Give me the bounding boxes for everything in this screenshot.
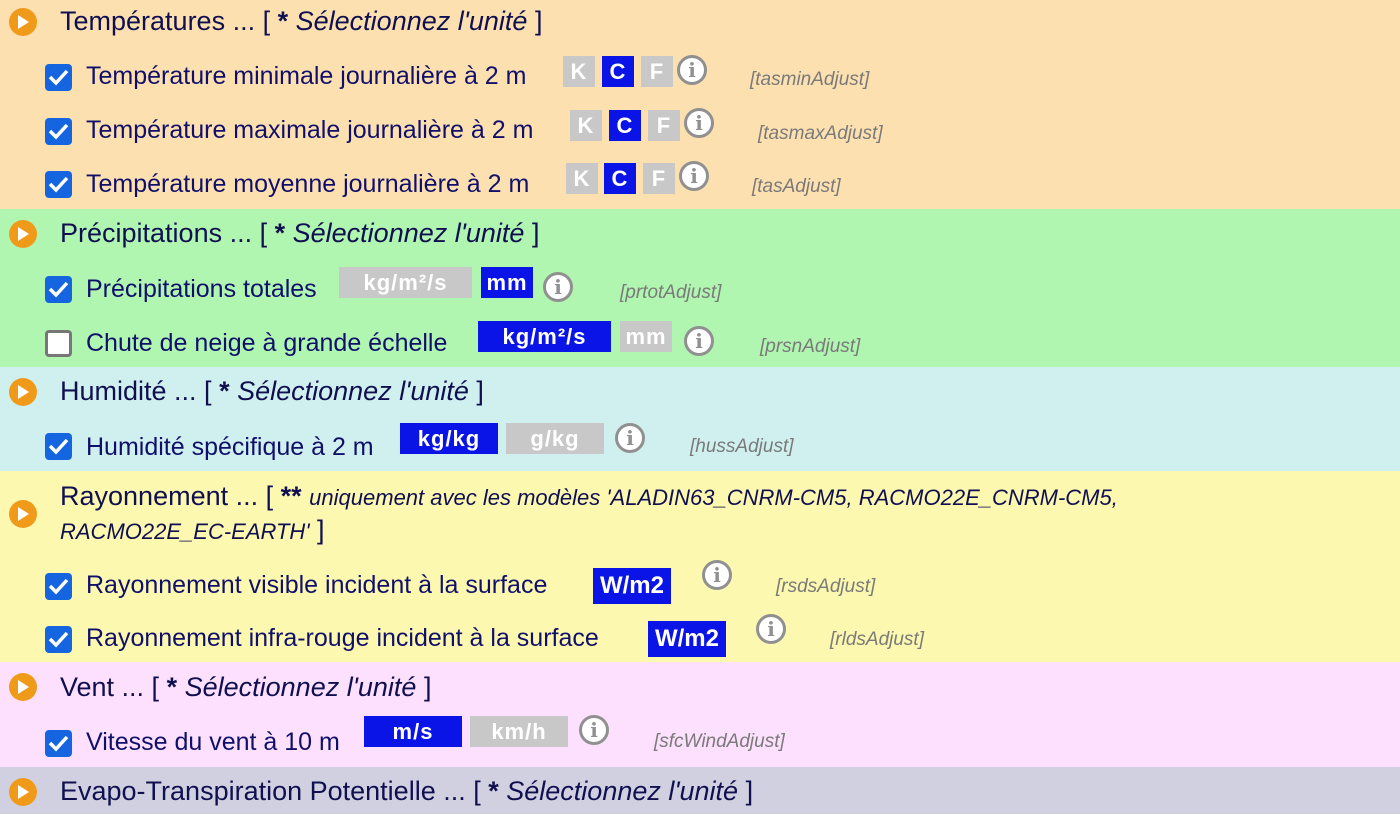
checkbox[interactable] [45, 118, 72, 145]
variable-row: Rayonnement visible incident à la surfac… [0, 559, 1400, 613]
section-title[interactable]: Précipitations ... [ * Sélectionnez l'un… [60, 218, 539, 249]
info-icon[interactable]: i [615, 423, 645, 453]
section-etp: Evapo-Transpiration Potentielle ... [ * … [0, 767, 1400, 814]
info-icon[interactable]: i [679, 161, 709, 191]
checkbox[interactable] [45, 626, 72, 653]
variable-code: [prtotAdjust] [620, 282, 722, 303]
variable-row: Chute de neige à grande échelle kg/m²/s … [0, 316, 1400, 370]
variable-code: [tasAdjust] [752, 176, 841, 197]
variable-label: Température minimale journalière à 2 m [86, 62, 527, 90]
unit-option-f[interactable]: F [641, 56, 673, 87]
variable-row: Température minimale journalière à 2 m K… [0, 50, 1400, 104]
unit-option-c[interactable]: C [604, 163, 636, 194]
info-icon[interactable]: i [543, 272, 573, 302]
info-icon[interactable]: i [684, 326, 714, 356]
variable-label: Température moyenne journalière à 2 m [86, 170, 530, 198]
variable-code: [tasminAdjust] [750, 69, 870, 90]
expand-play-icon[interactable] [9, 378, 37, 406]
info-icon[interactable]: i [756, 614, 786, 644]
section-humidite: Humidité ... [ * Sélectionnez l'unité ] … [0, 367, 1400, 471]
checkbox[interactable] [45, 330, 72, 357]
unit-option-k[interactable]: K [563, 56, 595, 87]
variable-row: Vitesse du vent à 10 m m/s km/h i [sfcWi… [0, 715, 1400, 770]
unit-option-c[interactable]: C [609, 110, 641, 141]
variable-label: Rayonnement infra-rouge incident à la su… [86, 624, 599, 652]
section-vent: Vent ... [ * Sélectionnez l'unité ] Vite… [0, 662, 1400, 767]
section-title[interactable]: Evapo-Transpiration Potentielle ... [ * … [60, 776, 753, 807]
info-icon[interactable]: i [677, 55, 707, 85]
unit-option-w-m2[interactable]: W/m2 [648, 621, 726, 657]
checkbox[interactable] [45, 171, 72, 198]
variable-label: Humidité spécifique à 2 m [86, 433, 374, 461]
variable-label: Température maximale journalière à 2 m [86, 116, 534, 144]
section-temperatures: Températures ... [ * Sélectionnez l'unit… [0, 0, 1400, 209]
variable-code: [sfcWindAdjust] [654, 731, 785, 752]
section-precipitations: Précipitations ... [ * Sélectionnez l'un… [0, 209, 1400, 367]
unit-option-mm[interactable]: mm [481, 267, 533, 298]
variable-code: [tasmaxAdjust] [758, 123, 883, 144]
unit-option-kg-kg[interactable]: kg/kg [400, 423, 498, 454]
section-rayonnement: Rayonnement ... [ ** uniquement avec les… [0, 471, 1400, 662]
unit-option-c[interactable]: C [602, 56, 634, 87]
checkbox[interactable] [45, 730, 72, 757]
variable-row: Rayonnement infra-rouge incident à la su… [0, 612, 1400, 666]
unit-option-k[interactable]: K [566, 163, 598, 194]
variable-label: Rayonnement visible incident à la surfac… [86, 571, 548, 599]
checkbox[interactable] [45, 573, 72, 600]
unit-option-kg-m2-s[interactable]: kg/m²/s [478, 321, 611, 352]
unit-option-f[interactable]: F [643, 163, 675, 194]
variable-code: [hussAdjust] [690, 436, 794, 457]
variable-code: [rldsAdjust] [830, 629, 924, 650]
unit-option-g-kg[interactable]: g/kg [506, 423, 604, 454]
variable-label: Précipitations totales [86, 275, 317, 303]
expand-play-icon[interactable] [9, 220, 37, 248]
unit-option-w-m2[interactable]: W/m2 [593, 568, 671, 604]
variable-row: Humidité spécifique à 2 m kg/kg g/kg i [… [0, 420, 1400, 474]
info-icon[interactable]: i [684, 108, 714, 138]
unit-option-mm[interactable]: mm [620, 321, 672, 352]
variable-label: Vitesse du vent à 10 m [86, 728, 340, 756]
unit-option-f[interactable]: F [648, 110, 680, 141]
info-icon[interactable]: i [702, 560, 732, 590]
variable-row: Température moyenne journalière à 2 m K … [0, 157, 1400, 211]
unit-option-km-h[interactable]: km/h [470, 716, 568, 747]
section-title-continued: RACMO22E_EC-EARTH' ] [60, 515, 325, 545]
variable-label: Chute de neige à grande échelle [86, 329, 448, 357]
variable-row: Précipitations totales kg/m²/s mm i [prt… [0, 262, 1400, 316]
variable-code: [prsnAdjust] [760, 336, 861, 357]
expand-play-icon[interactable] [9, 500, 37, 528]
expand-play-icon[interactable] [9, 8, 37, 36]
expand-play-icon[interactable] [9, 673, 37, 701]
checkbox[interactable] [45, 64, 72, 91]
variable-row: Température maximale journalière à 2 m K… [0, 104, 1400, 158]
section-title[interactable]: Températures ... [ * Sélectionnez l'unit… [60, 6, 542, 37]
expand-play-icon[interactable] [9, 778, 37, 806]
checkbox[interactable] [45, 433, 72, 460]
section-title[interactable]: Humidité ... [ * Sélectionnez l'unité ] [60, 376, 484, 407]
section-title[interactable]: Rayonnement ... [ ** uniquement avec les… [60, 481, 1118, 512]
unit-option-m-s[interactable]: m/s [364, 716, 462, 747]
variable-code: [rsdsAdjust] [776, 576, 876, 597]
unit-option-kg-m2-s[interactable]: kg/m²/s [339, 267, 472, 298]
checkbox[interactable] [45, 276, 72, 303]
section-title[interactable]: Vent ... [ * Sélectionnez l'unité ] [60, 672, 431, 703]
info-icon[interactable]: i [579, 715, 609, 745]
unit-option-k[interactable]: K [570, 110, 602, 141]
